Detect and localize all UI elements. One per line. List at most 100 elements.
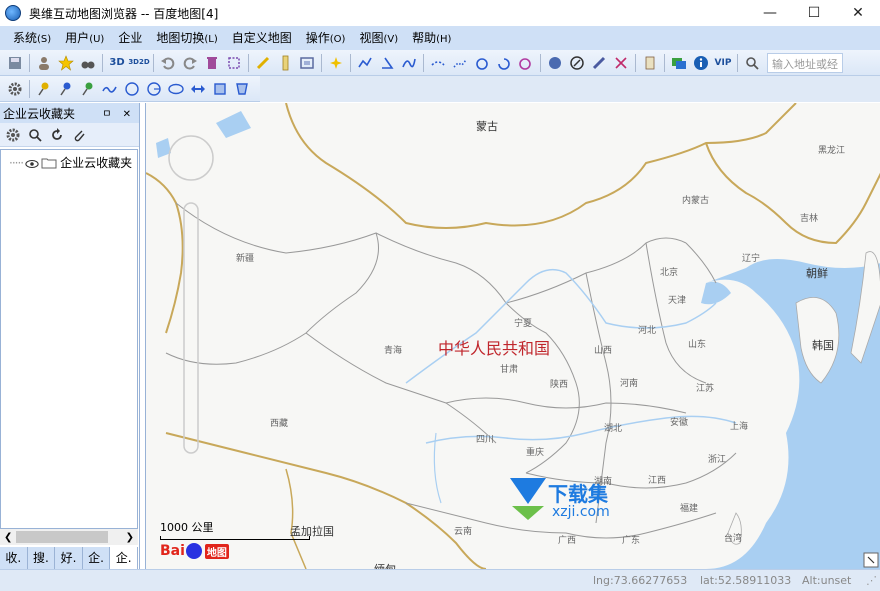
menu-view[interactable]: 视图(V) <box>352 26 405 50</box>
ruler-icon[interactable] <box>274 52 296 74</box>
pin-blue-icon[interactable] <box>55 78 77 100</box>
tab-search[interactable]: 搜. <box>28 547 56 569</box>
panel-attach-icon[interactable] <box>68 124 90 146</box>
toolbar-separator <box>153 53 154 72</box>
address-search-input[interactable]: 输入地址或经 <box>767 52 843 73</box>
undo-icon[interactable] <box>157 52 179 74</box>
panel-search-icon[interactable] <box>24 124 46 146</box>
edit-pen-icon[interactable] <box>566 52 588 74</box>
info-icon[interactable] <box>690 52 712 74</box>
resize-grip-icon[interactable]: ⋰ <box>866 574 877 587</box>
menu-help[interactable]: 帮助(H) <box>405 26 458 50</box>
tab-enterprise[interactable]: 企. <box>83 547 111 569</box>
pin-yellow-icon[interactable] <box>33 78 55 100</box>
polyline-icon[interactable] <box>354 52 376 74</box>
status-longitude: lng:73.66277653 <box>593 574 688 587</box>
menu-user[interactable]: 用户(U) <box>58 26 111 50</box>
curve-icon[interactable] <box>398 52 420 74</box>
sector-icon[interactable] <box>143 78 165 100</box>
label-qinghai: 青海 <box>384 346 403 356</box>
eye-visibility-icon[interactable] <box>25 158 39 168</box>
menu-bar: 系统(S) 用户(U) 企业 地图切换(L) 自定义地图 操作(O) 视图(V)… <box>0 26 880 50</box>
label-sichuan: 四川 <box>476 435 495 445</box>
scroll-left-arrow-icon[interactable]: ❮ <box>4 532 12 543</box>
tree-connector: ····· <box>9 155 24 170</box>
sparkle-star-icon[interactable] <box>325 52 347 74</box>
scroll-right-arrow-icon[interactable]: ❯ <box>126 532 134 543</box>
province-border <box>645 242 707 384</box>
search-icon[interactable] <box>741 52 763 74</box>
zoom-control[interactable] <box>168 135 214 454</box>
dotted-curve-icon[interactable] <box>449 52 471 74</box>
horizontal-scrollbar[interactable]: ❮ ❯ <box>0 529 138 545</box>
label-xinjiang: 新疆 <box>236 254 255 264</box>
minimize-button[interactable]: — <box>748 0 792 26</box>
globe-icon[interactable] <box>544 52 566 74</box>
message-icon[interactable] <box>668 52 690 74</box>
scale-label: 1000 公里 <box>160 521 214 534</box>
view-3d2d-button[interactable]: 3D2D <box>128 52 150 74</box>
wave-line-icon[interactable] <box>99 78 121 100</box>
rect-select-icon[interactable] <box>209 78 231 100</box>
label-heilongjiang: 黑龙江 <box>818 146 846 156</box>
arc-icon[interactable] <box>493 52 515 74</box>
menu-custom-map[interactable]: 自定义地图 <box>225 26 299 50</box>
status-altitude: Alt:unset <box>802 574 852 587</box>
user-icon[interactable] <box>33 52 55 74</box>
label-jilin: 吉林 <box>800 214 819 224</box>
dotted-line-icon[interactable] <box>427 52 449 74</box>
label-tianjin: 天津 <box>668 296 687 306</box>
menu-enterprise[interactable]: 企业 <box>111 26 149 50</box>
delete-icon[interactable] <box>201 52 223 74</box>
tree-item[interactable]: ····· 企业云收藏夹 <box>9 154 132 171</box>
tab-favorites[interactable]: 收. <box>0 547 28 569</box>
menu-operation[interactable]: 操作(O) <box>299 26 353 50</box>
scale-bar <box>160 536 310 540</box>
close-button[interactable]: ✕ <box>836 0 880 26</box>
scrollbar-thumb[interactable] <box>16 531 108 543</box>
province-border <box>505 237 687 304</box>
circle-refresh-icon[interactable] <box>471 52 493 74</box>
select-rect-icon[interactable] <box>223 52 245 74</box>
label-shanxi: 山西 <box>594 346 613 356</box>
circle-icon[interactable] <box>121 78 143 100</box>
eraser-icon[interactable] <box>588 52 610 74</box>
menu-system[interactable]: 系统(S) <box>6 26 58 50</box>
tab-enterprise-cloud[interactable]: 企. <box>110 547 138 569</box>
map-view[interactable]: 蒙古 黑龙江 内蒙古 吉林 新疆 辽宁 朝鲜 北京 天津 河北 宁夏 山西 山东… <box>145 103 880 569</box>
ellipse-icon[interactable] <box>165 78 187 100</box>
pin-green-icon[interactable] <box>77 78 99 100</box>
save-icon[interactable] <box>4 52 26 74</box>
settings-gear-icon[interactable] <box>4 78 26 100</box>
label-jiangsu: 江苏 <box>696 384 715 394</box>
document-icon[interactable] <box>639 52 661 74</box>
toolbar-separator <box>737 53 738 72</box>
maximize-button[interactable]: ☐ <box>792 0 836 26</box>
label-chaoxian: 朝鲜 <box>806 267 828 280</box>
view-3d-button[interactable]: 3D <box>106 52 128 74</box>
angle-icon[interactable] <box>376 52 398 74</box>
label-yunnan: 云南 <box>454 527 473 537</box>
tree-item-label: 企业云收藏夹 <box>60 156 133 170</box>
frame-icon[interactable] <box>296 52 318 74</box>
circle-arrow-icon[interactable] <box>515 52 537 74</box>
polygon-select-icon[interactable] <box>231 78 253 100</box>
binoculars-icon[interactable] <box>77 52 99 74</box>
panel-settings-gear-icon[interactable] <box>2 124 24 146</box>
panel-header-buttons[interactable]: ㅁ ✕ <box>102 105 135 120</box>
toolbar-separator <box>423 53 424 72</box>
northeast-border <box>705 142 880 245</box>
vip-button[interactable]: VIP <box>712 52 734 74</box>
favorite-star-icon[interactable] <box>55 52 77 74</box>
label-neimenggu: 内蒙古 <box>682 196 710 206</box>
scissors-icon[interactable] <box>610 52 632 74</box>
move-arrows-icon[interactable] <box>187 78 209 100</box>
label-fujian: 福建 <box>680 504 699 514</box>
tab-friends[interactable]: 好. <box>55 547 83 569</box>
menu-map-switch[interactable]: 地图切换(L) <box>149 26 224 50</box>
panel-refresh-icon[interactable] <box>46 124 68 146</box>
pencil-icon[interactable] <box>252 52 274 74</box>
status-latitude: lat:52.58911033 <box>700 574 792 587</box>
toolbar-empty-area <box>260 76 880 102</box>
redo-icon[interactable] <box>179 52 201 74</box>
